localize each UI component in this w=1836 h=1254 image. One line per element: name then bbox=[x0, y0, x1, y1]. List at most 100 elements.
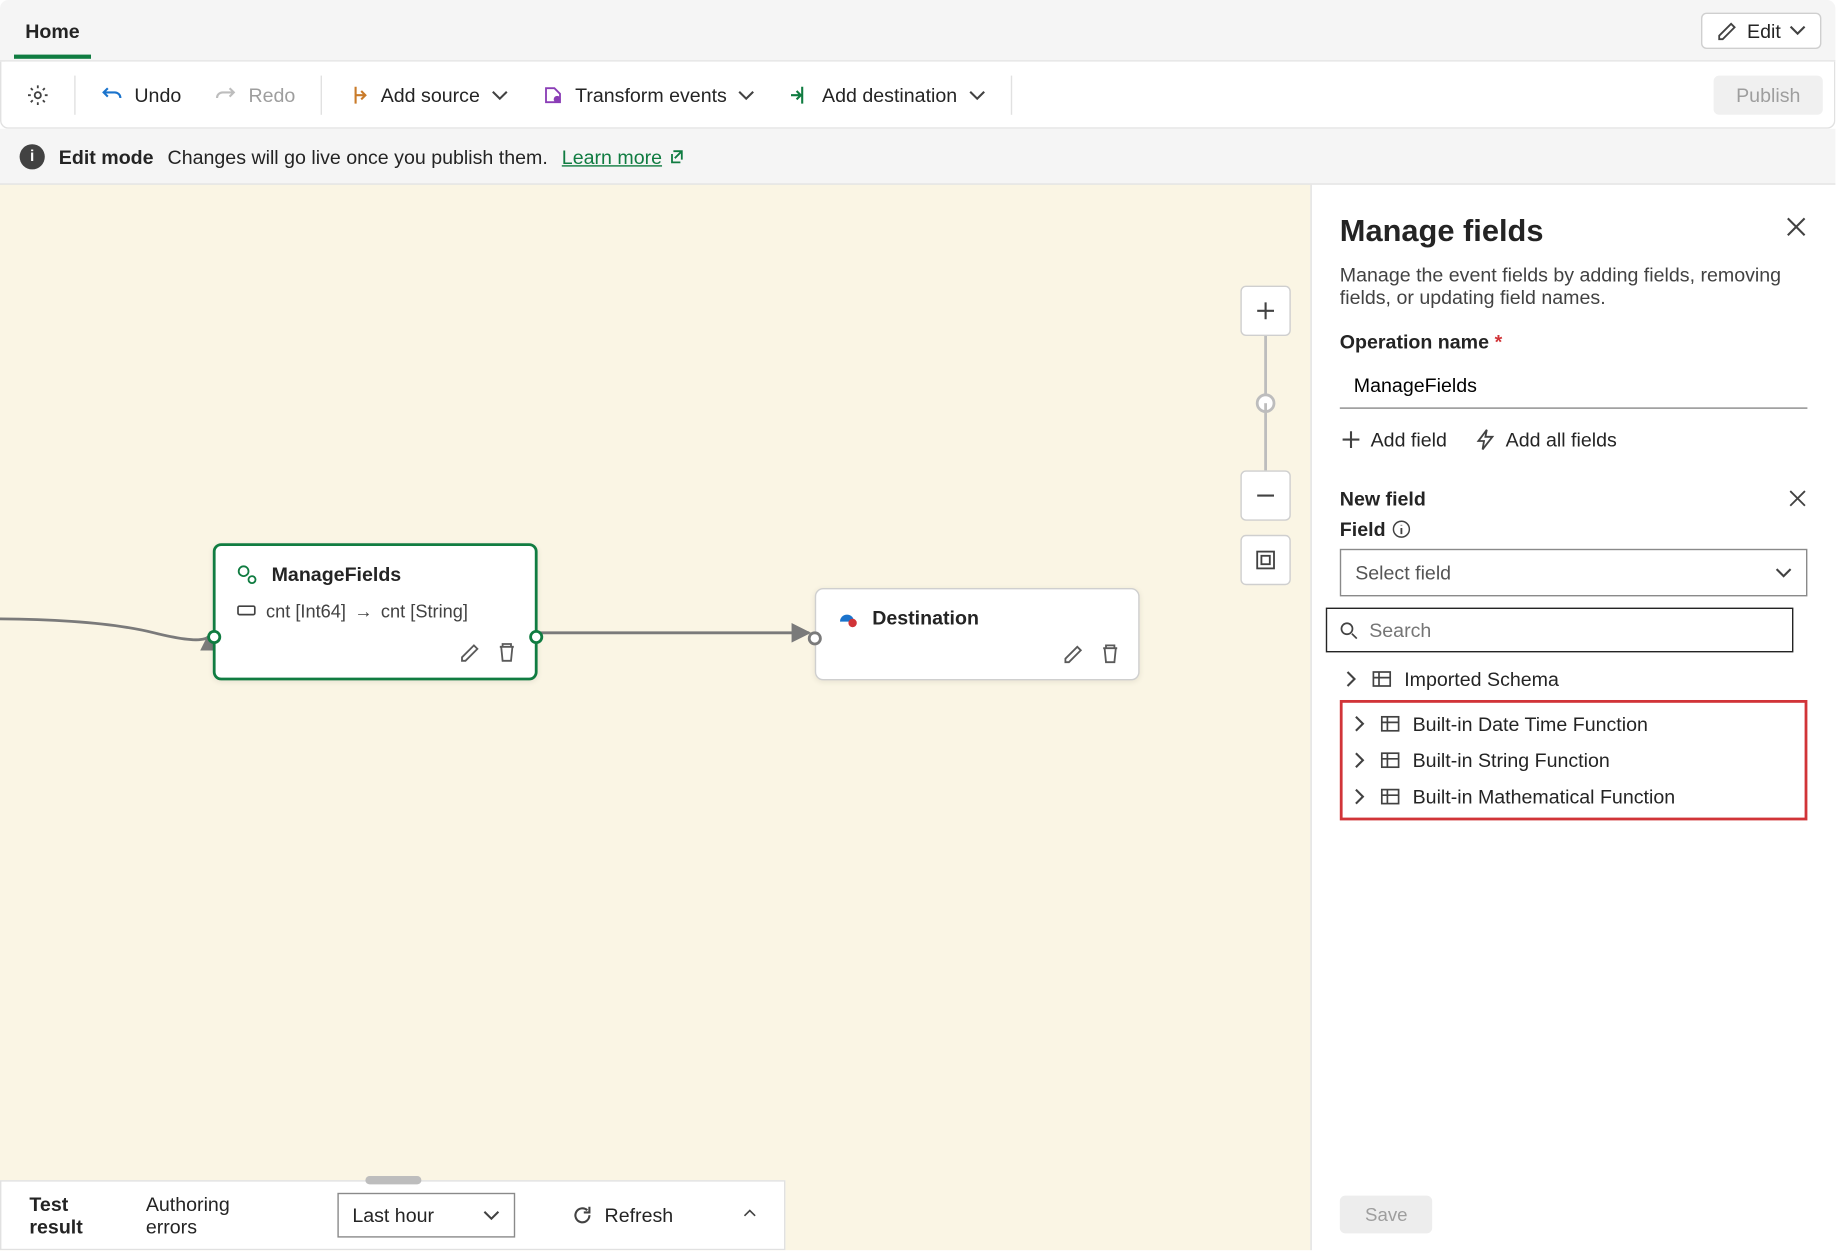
learn-more-link[interactable]: Learn more bbox=[562, 145, 685, 167]
gear-icon bbox=[27, 83, 49, 105]
canvas[interactable]: ManageFields cnt [Int64] → cnt [String] … bbox=[0, 185, 1310, 1250]
tree-item-label: Built-in String Function bbox=[1413, 749, 1610, 771]
chevron-up-icon[interactable] bbox=[743, 1207, 756, 1224]
separator bbox=[321, 75, 322, 114]
settings-button[interactable] bbox=[13, 75, 63, 114]
info-bar: i Edit mode Changes will go live once yo… bbox=[0, 129, 1835, 185]
highlighted-group: Built-in Date Time Function Built-in Str… bbox=[1340, 700, 1808, 820]
time-range-label: Last hour bbox=[352, 1204, 434, 1226]
schema-icon bbox=[1379, 713, 1401, 735]
transform-events-button[interactable]: Transform events bbox=[527, 75, 768, 114]
field-search[interactable] bbox=[1326, 608, 1794, 653]
tree-math[interactable]: Built-in Mathematical Function bbox=[1348, 778, 1799, 814]
edit-dropdown-button[interactable]: Edit bbox=[1701, 12, 1822, 48]
edit-node-button[interactable] bbox=[459, 641, 481, 663]
panel-description: Manage the event fields by adding fields… bbox=[1340, 263, 1808, 308]
node-title: ManageFields bbox=[216, 546, 535, 591]
transform-label: Transform events bbox=[575, 83, 727, 105]
redo-label: Redo bbox=[248, 83, 295, 105]
new-field-header: New field bbox=[1340, 487, 1426, 509]
redo-icon bbox=[215, 83, 237, 105]
add-source-label: Add source bbox=[381, 83, 480, 105]
time-range-dropdown[interactable]: Last hour bbox=[337, 1193, 515, 1238]
plus-icon bbox=[1340, 428, 1362, 450]
chevron-down-icon bbox=[738, 86, 755, 103]
add-all-fields-label: Add all fields bbox=[1506, 428, 1617, 450]
destination-icon bbox=[836, 606, 858, 628]
node-manage-fields[interactable]: ManageFields cnt [Int64] → cnt [String] bbox=[213, 543, 538, 680]
chevron-right-icon bbox=[1351, 788, 1368, 805]
close-new-field-button[interactable] bbox=[1788, 489, 1808, 509]
add-destination-icon bbox=[788, 83, 810, 105]
node-title-label: ManageFields bbox=[272, 563, 402, 585]
output-port[interactable] bbox=[529, 630, 543, 644]
tab-test-result[interactable]: Test result bbox=[29, 1173, 103, 1250]
add-all-fields-button[interactable]: Add all fields bbox=[1475, 428, 1617, 450]
type-from: cnt [Int64] bbox=[266, 600, 346, 621]
add-field-button[interactable]: Add field bbox=[1340, 428, 1447, 450]
add-source-button[interactable]: Add source bbox=[333, 75, 522, 114]
tab-home[interactable]: Home bbox=[14, 2, 91, 58]
undo-button[interactable]: Undo bbox=[87, 75, 195, 114]
chevron-down-icon bbox=[968, 86, 985, 103]
transform-icon bbox=[541, 83, 563, 105]
input-port[interactable] bbox=[207, 630, 221, 644]
tree-item-label: Built-in Mathematical Function bbox=[1413, 785, 1676, 807]
separator bbox=[1010, 75, 1011, 114]
close-panel-button[interactable] bbox=[1785, 216, 1807, 238]
tree-item-label: Imported Schema bbox=[1404, 668, 1559, 690]
save-button: Save bbox=[1340, 1196, 1433, 1234]
delete-node-button[interactable] bbox=[496, 641, 518, 663]
redo-button: Redo bbox=[201, 75, 309, 114]
learn-more-label: Learn more bbox=[562, 145, 662, 167]
fit-icon bbox=[1254, 549, 1276, 571]
edit-node-button[interactable] bbox=[1063, 643, 1085, 665]
tree-datetime[interactable]: Built-in Date Time Function bbox=[1348, 706, 1799, 742]
chevron-down-icon bbox=[491, 86, 508, 103]
pencil-icon bbox=[1716, 19, 1738, 41]
refresh-button[interactable]: Refresh bbox=[557, 1196, 687, 1235]
zoom-out-button[interactable] bbox=[1240, 470, 1290, 520]
chevron-down-icon bbox=[483, 1207, 500, 1224]
tree-item-label: Built-in Date Time Function bbox=[1413, 713, 1648, 735]
delete-node-button[interactable] bbox=[1099, 643, 1121, 665]
add-field-label: Add field bbox=[1371, 428, 1447, 450]
resize-grip[interactable] bbox=[365, 1176, 421, 1184]
field-select[interactable]: Select field bbox=[1340, 549, 1808, 597]
toolbar: Undo Redo Add source Transform events Ad… bbox=[0, 62, 1835, 129]
input-port[interactable] bbox=[808, 631, 822, 645]
chevron-right-icon bbox=[1343, 671, 1360, 688]
search-icon bbox=[1338, 620, 1358, 640]
gears-icon bbox=[235, 563, 257, 585]
operation-name-label: Operation name* bbox=[1340, 330, 1808, 352]
bottom-bar: Test result Authoring errors Last hour R… bbox=[0, 1180, 785, 1250]
chevron-right-icon bbox=[1351, 752, 1368, 769]
field-icon bbox=[235, 599, 257, 621]
tree-imported-schema[interactable]: Imported Schema bbox=[1340, 661, 1808, 697]
info-icon: i bbox=[20, 144, 45, 169]
tab-authoring-errors[interactable]: Authoring errors bbox=[146, 1173, 253, 1250]
chevron-right-icon bbox=[1351, 715, 1368, 732]
info-icon bbox=[1391, 519, 1411, 539]
close-icon bbox=[1788, 489, 1808, 509]
node-destination[interactable]: Destination bbox=[815, 588, 1140, 680]
undo-icon bbox=[101, 83, 123, 105]
edges bbox=[0, 185, 1310, 1250]
zoom-in-button[interactable] bbox=[1240, 286, 1290, 336]
tree-string[interactable]: Built-in String Function bbox=[1348, 742, 1799, 778]
field-search-input[interactable] bbox=[1369, 619, 1781, 641]
fit-button[interactable] bbox=[1240, 535, 1290, 585]
edit-mode-title: Edit mode bbox=[59, 145, 154, 167]
arrow-right-icon: → bbox=[354, 600, 372, 621]
publish-button: Publish bbox=[1714, 75, 1823, 114]
close-icon bbox=[1785, 216, 1807, 238]
add-destination-button[interactable]: Add destination bbox=[774, 75, 999, 114]
caret-down-icon bbox=[1789, 22, 1806, 39]
operation-name-input[interactable] bbox=[1340, 361, 1808, 409]
type-to: cnt [String] bbox=[381, 600, 468, 621]
node-title: Destination bbox=[816, 589, 1138, 634]
panel-title: Manage fields bbox=[1340, 213, 1808, 249]
edit-mode-text: Changes will go live once you publish th… bbox=[168, 145, 548, 167]
field-label: Field bbox=[1340, 518, 1808, 540]
node-body: cnt [Int64] → cnt [String] bbox=[216, 591, 535, 633]
